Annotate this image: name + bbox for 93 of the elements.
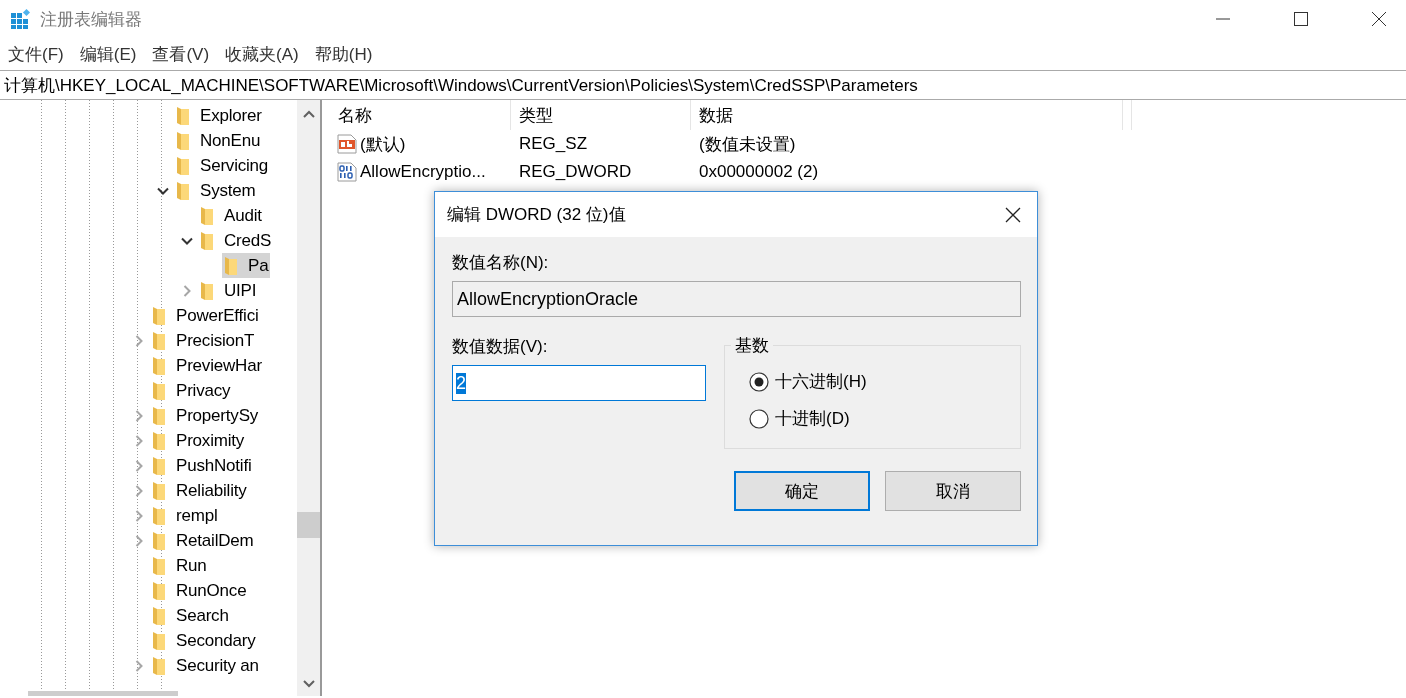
- tree-item[interactable]: Explorer: [174, 103, 264, 128]
- folder-icon: [152, 605, 166, 626]
- close-icon[interactable]: [1005, 206, 1021, 223]
- table-cell-text: (数值未设置): [698, 133, 797, 156]
- address-bar[interactable]: 计算机\HKEY_LOCAL_MACHINE\SOFTWARE\Microsoft\Windows\CurrentVersion\Policies\System\CredSSP\Parameters: [0, 70, 1406, 100]
- tree-item[interactable]: Servicing: [174, 153, 271, 178]
- chevron-right-icon[interactable]: [133, 659, 145, 672]
- app-icon: [10, 8, 32, 30]
- folder-icon: [200, 205, 214, 226]
- folder-icon: [152, 380, 166, 401]
- chevron-right-icon[interactable]: [181, 284, 193, 297]
- folder-icon: [176, 180, 190, 201]
- string-value-icon: [336, 133, 358, 155]
- radio-option[interactable]: 十进制(D): [749, 407, 850, 430]
- table-cell-text: REG_SZ: [518, 134, 589, 154]
- cancel-button[interactable]: 取消: [885, 471, 1021, 511]
- table-cell-text: (默认): [360, 133, 406, 156]
- tree-item[interactable]: PrecisionT: [150, 328, 257, 353]
- binary-value-icon: [336, 161, 358, 183]
- tree-item[interactable]: Reliability: [150, 478, 249, 503]
- tree-item[interactable]: RunOnce: [150, 578, 249, 603]
- tree-item[interactable]: System: [174, 178, 258, 203]
- folder-icon: [200, 230, 214, 251]
- folder-icon: [152, 580, 166, 601]
- tree-item[interactable]: Search: [150, 603, 231, 628]
- chevron-right-icon[interactable]: [133, 434, 145, 447]
- menu-item[interactable]: 编辑(E): [79, 42, 137, 66]
- folder-icon: [152, 430, 166, 451]
- folder-icon: [152, 405, 166, 426]
- dialog-title: 编辑 DWORD (32 位)值: [447, 204, 626, 226]
- chevron-right-icon[interactable]: [133, 334, 145, 347]
- tree-item[interactable]: Audit: [198, 203, 264, 228]
- tree-item[interactable]: Security an: [150, 653, 261, 678]
- folder-icon: [152, 330, 166, 351]
- tree-item[interactable]: CredS: [198, 228, 274, 253]
- maximize-icon[interactable]: [1294, 12, 1308, 26]
- column-header[interactable]: 类型: [511, 100, 691, 130]
- tree-item[interactable]: PropertySy: [150, 403, 261, 428]
- radio-option[interactable]: 十六进制(H): [749, 370, 867, 393]
- folder-icon: [176, 130, 190, 151]
- horizontal-scrollbar-thumb[interactable]: [28, 691, 178, 696]
- menu-item[interactable]: 帮助(H): [314, 42, 373, 66]
- folder-icon: [152, 480, 166, 501]
- ok-button[interactable]: 确定: [734, 471, 870, 511]
- tree-item[interactable]: Proximity: [150, 428, 247, 453]
- radio-button[interactable]: [749, 371, 769, 392]
- tree-item[interactable]: UIPI: [198, 278, 259, 303]
- folder-icon: [224, 255, 238, 276]
- chevron-right-icon[interactable]: [133, 534, 145, 547]
- tree-item[interactable]: Run: [150, 553, 209, 578]
- folder-icon: [200, 280, 214, 301]
- folder-icon: [152, 630, 166, 651]
- tree-item[interactable]: NonEnu: [174, 128, 263, 153]
- folder-icon: [152, 455, 166, 476]
- tree-item[interactable]: Secondary: [150, 628, 258, 653]
- value-name-field[interactable]: AllowEncryptionOracle: [452, 281, 1021, 317]
- field-label: 数值名称(N):: [452, 252, 550, 274]
- window-title: 注册表编辑器: [40, 8, 142, 31]
- chevron-right-icon[interactable]: [133, 409, 145, 422]
- menu-item[interactable]: 文件(F): [8, 42, 64, 66]
- folder-icon: [152, 555, 166, 576]
- close-icon[interactable]: [1372, 12, 1386, 26]
- folder-icon: [152, 655, 166, 676]
- folder-icon: [176, 155, 190, 176]
- scroll-up-icon[interactable]: [302, 110, 315, 118]
- folder-icon: [152, 505, 166, 526]
- table-cell-text: REG_DWORD: [518, 162, 633, 182]
- radio-button[interactable]: [749, 408, 769, 429]
- tree-item[interactable]: RetailDem: [150, 528, 256, 553]
- column-header[interactable]: 名称: [330, 100, 511, 130]
- scroll-down-icon[interactable]: [302, 680, 315, 688]
- table-cell: AllowEncryptio...: [360, 162, 486, 182]
- folder-icon: [152, 355, 166, 376]
- folder-icon: [152, 305, 166, 326]
- column-header[interactable]: 数据: [691, 100, 1123, 130]
- tree-item[interactable]: PreviewHar: [150, 353, 264, 378]
- chevron-right-icon[interactable]: [133, 484, 145, 497]
- tree-item[interactable]: Privacy: [150, 378, 233, 403]
- menu-item[interactable]: 收藏夹(A): [225, 42, 299, 66]
- tree-item[interactable]: PushNotifi: [150, 453, 254, 478]
- scrollbar-thumb[interactable]: [297, 512, 320, 538]
- tree-item[interactable]: PowerEffici: [150, 303, 261, 328]
- table-cell-text: 0x00000002 (2): [698, 162, 820, 182]
- field-label: 数值数据(V):: [452, 336, 549, 358]
- folder-icon: [152, 530, 166, 551]
- folder-icon: [176, 105, 190, 126]
- chevron-right-icon[interactable]: [133, 509, 145, 522]
- tree-item[interactable]: rempl: [150, 503, 220, 528]
- menu-item[interactable]: 查看(V): [152, 42, 210, 66]
- group-title: 基数: [731, 334, 773, 357]
- tree-item[interactable]: Pa: [222, 253, 271, 278]
- chevron-right-icon[interactable]: [133, 459, 145, 472]
- value-data-field[interactable]: 2: [452, 365, 706, 401]
